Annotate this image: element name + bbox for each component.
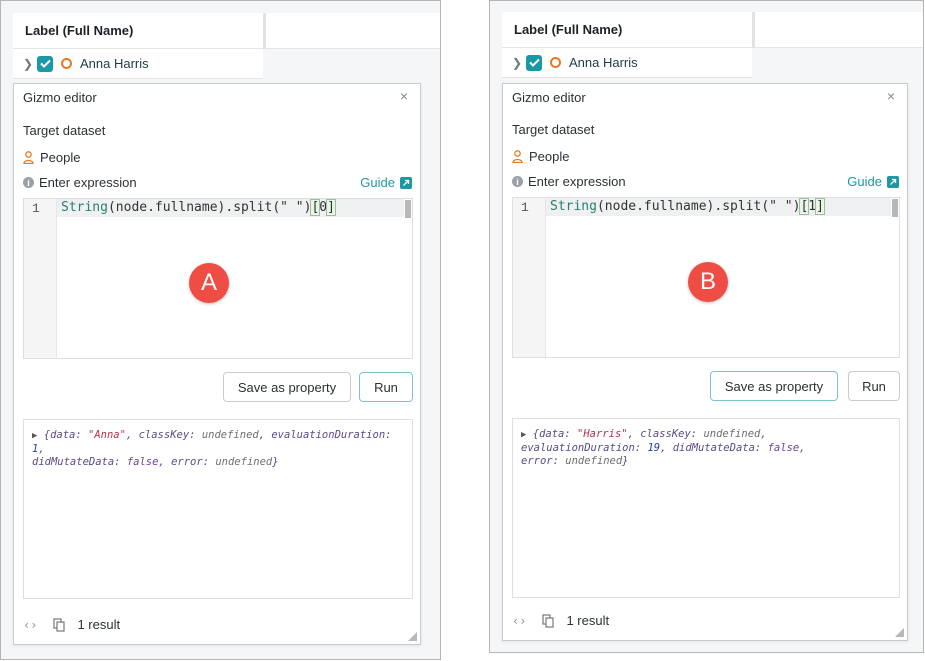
- chevron-right-icon[interactable]: ❯: [512, 56, 522, 70]
- code-braces-icon[interactable]: ‹›: [512, 614, 526, 628]
- output-line: ▶ {data: "Harris", classKey: undefined,: [521, 428, 767, 440]
- output-line: evaluationDuration: 19, didMutateData: f…: [521, 442, 806, 454]
- annotation-marker: A: [189, 263, 229, 303]
- code-index: 1: [808, 199, 817, 214]
- guide-label[interactable]: Guide: [847, 174, 882, 189]
- annotation-marker: B: [688, 262, 728, 302]
- code-braces-icon[interactable]: ‹›: [23, 618, 37, 632]
- external-link-icon[interactable]: [887, 175, 899, 188]
- resize-handle-icon[interactable]: [895, 628, 904, 637]
- editor-title: Gizmo editor: [23, 90, 97, 105]
- line-gutter: 1: [24, 199, 57, 358]
- expand-triangle-icon[interactable]: ▶: [32, 431, 37, 441]
- expand-triangle-icon[interactable]: ▶: [521, 430, 526, 440]
- row-name[interactable]: Anna Harris: [80, 56, 149, 71]
- result-count: 1 result: [77, 617, 121, 632]
- copy-icon[interactable]: [542, 613, 555, 628]
- code-text: (node.fullname).split(" "): [596, 199, 801, 214]
- guide-label[interactable]: Guide: [360, 175, 395, 190]
- code-keyword: String: [61, 200, 108, 215]
- column-header[interactable]: Label (Full Name): [502, 12, 752, 48]
- close-icon[interactable]: ×: [887, 88, 895, 104]
- person-icon: [512, 150, 523, 163]
- row-name[interactable]: Anna Harris: [569, 55, 638, 70]
- copy-icon[interactable]: [53, 617, 66, 632]
- code-bracket-close: ]: [815, 198, 825, 215]
- resize-handle-icon[interactable]: [408, 632, 417, 641]
- output-panel: ▶ {data: "Anna", classKey: undefined, ev…: [23, 419, 413, 599]
- external-link-icon[interactable]: [400, 176, 412, 189]
- node-circle-icon: [550, 57, 561, 68]
- run-button[interactable]: Run: [359, 372, 413, 402]
- guide-link[interactable]: Guide: [360, 175, 412, 190]
- code-line[interactable]: String(node.fullname).split(" ")[1]: [546, 198, 891, 216]
- output-line: ▶ {data: "Anna", classKey: undefined, ev…: [32, 429, 392, 455]
- gizmo-editor: Gizmo editor × Target dataset People i E…: [13, 83, 421, 645]
- dataset-name: People: [529, 149, 570, 164]
- dataset-name: People: [40, 150, 81, 165]
- checked-checkbox-icon[interactable]: [37, 55, 53, 72]
- info-icon[interactable]: i: [23, 177, 34, 188]
- code-editor[interactable]: 1 String(node.fullname).split(" ")[1] B: [512, 197, 900, 358]
- run-button[interactable]: Run: [848, 371, 900, 401]
- guide-link[interactable]: Guide: [847, 174, 899, 189]
- line-gutter: 1: [513, 198, 546, 357]
- line-number: 1: [32, 201, 40, 216]
- screenshot-panel-a: Label (Full Name) ❯ Anna Harris Gizmo ed…: [0, 0, 441, 660]
- close-icon[interactable]: ×: [400, 88, 408, 104]
- save-as-property-button[interactable]: Save as property: [223, 372, 351, 402]
- gizmo-editor: Gizmo editor × Target dataset People i E…: [502, 83, 908, 641]
- info-icon[interactable]: i: [512, 176, 523, 187]
- dataset-selector[interactable]: People: [23, 150, 80, 165]
- table-row[interactable]: ❯ Anna Harris: [13, 49, 263, 79]
- output-panel: ▶ {data: "Harris", classKey: undefined, …: [512, 418, 900, 598]
- empty-column-header: [266, 13, 440, 49]
- chevron-right-icon[interactable]: ❯: [23, 57, 33, 71]
- enter-expression-row: i Enter expression: [23, 175, 137, 190]
- target-dataset-label: Target dataset: [512, 122, 595, 137]
- code-bracket-close: ]: [326, 199, 336, 216]
- enter-expression-label: Enter expression: [528, 174, 626, 189]
- scrollbar[interactable]: [405, 200, 411, 218]
- column-header[interactable]: Label (Full Name): [13, 13, 263, 49]
- save-as-property-button[interactable]: Save as property: [710, 371, 838, 401]
- enter-expression-row: i Enter expression: [512, 174, 626, 189]
- person-icon: [23, 151, 34, 164]
- code-line[interactable]: String(node.fullname).split(" ")[0]: [57, 199, 404, 217]
- enter-expression-label: Enter expression: [39, 175, 137, 190]
- screenshot-panel-b: Label (Full Name) ❯ Anna Harris Gizmo ed…: [489, 0, 924, 653]
- table-row[interactable]: ❯ Anna Harris: [502, 48, 752, 78]
- editor-footer: ‹› 1 result: [512, 613, 609, 628]
- result-count: 1 result: [566, 613, 610, 628]
- line-number: 1: [521, 200, 529, 215]
- code-index: 0: [319, 200, 328, 215]
- output-line: didMutateData: false, error: undefined}: [32, 456, 279, 468]
- dataset-selector[interactable]: People: [512, 149, 569, 164]
- editor-title: Gizmo editor: [512, 90, 586, 105]
- code-text: (node.fullname).split(" "): [107, 200, 312, 215]
- target-dataset-label: Target dataset: [23, 123, 106, 138]
- code-editor[interactable]: 1 String(node.fullname).split(" ")[0] A: [23, 198, 413, 359]
- scrollbar[interactable]: [892, 199, 898, 217]
- node-circle-icon: [61, 58, 72, 69]
- editor-footer: ‹› 1 result: [23, 617, 120, 632]
- checked-checkbox-icon[interactable]: [526, 54, 542, 71]
- code-keyword: String: [550, 199, 597, 214]
- output-line: error: undefined}: [521, 455, 629, 467]
- empty-column-header: [755, 12, 923, 48]
